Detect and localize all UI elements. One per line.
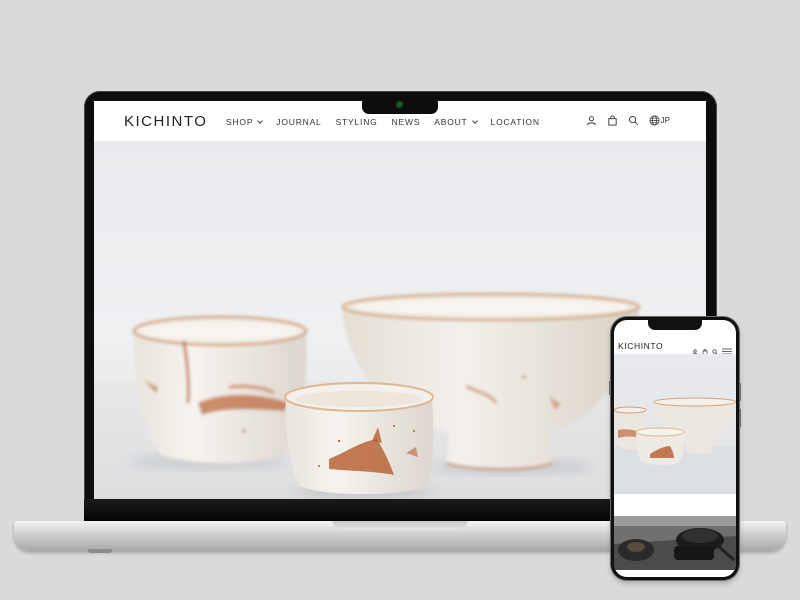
nav-item-styling[interactable]: STYLING <box>336 117 378 127</box>
account-icon[interactable] <box>586 115 597 126</box>
phone-button <box>609 381 611 395</box>
language-switcher[interactable]: JP <box>649 115 670 126</box>
nav-label: NEWS <box>391 117 421 127</box>
phone-hero-image <box>614 354 736 494</box>
main-nav: SHOP JOURNAL STYLING NEWS ABOUT LOCATION <box>226 117 540 127</box>
nav-label: ABOUT <box>434 117 468 127</box>
phone-site-header: KICHINTO <box>614 338 736 355</box>
nav-label: LOCATION <box>490 117 540 127</box>
nav-label: SHOP <box>226 117 254 127</box>
laptop-base-notch <box>333 521 467 530</box>
nav-label: STYLING <box>335 117 378 127</box>
nav-item-location[interactable]: LOCATION <box>491 117 540 127</box>
site-logo[interactable]: KICHINTO <box>124 113 207 130</box>
globe-icon <box>649 115 660 126</box>
bag-icon[interactable] <box>607 115 618 126</box>
laptop-notch <box>362 96 438 114</box>
phone-screen: KICHINTO <box>614 320 736 577</box>
phone-site-logo[interactable]: KICHINTO <box>618 341 663 351</box>
phone-notch <box>648 320 702 330</box>
phone-cookware-photo <box>614 516 736 570</box>
nav-label: JOURNAL <box>276 117 322 127</box>
chevron-down-icon <box>257 117 264 124</box>
search-icon[interactable] <box>628 115 639 126</box>
language-label: JP <box>660 116 670 125</box>
phone-button <box>739 383 741 401</box>
nav-item-about[interactable]: ABOUT <box>434 117 478 127</box>
camera-icon <box>397 102 402 107</box>
phone-button <box>739 409 741 427</box>
phone-kitchen-image <box>614 516 736 570</box>
chevron-down-icon <box>471 117 478 124</box>
nav-item-news[interactable]: NEWS <box>392 117 421 127</box>
laptop-foot <box>88 549 112 553</box>
nav-item-shop[interactable]: SHOP <box>226 117 264 127</box>
phone-ceramic-bowls-photo <box>614 397 736 494</box>
phone: KICHINTO <box>609 317 741 580</box>
nav-item-journal[interactable]: JOURNAL <box>276 117 321 127</box>
header-icons: JP <box>586 115 670 126</box>
